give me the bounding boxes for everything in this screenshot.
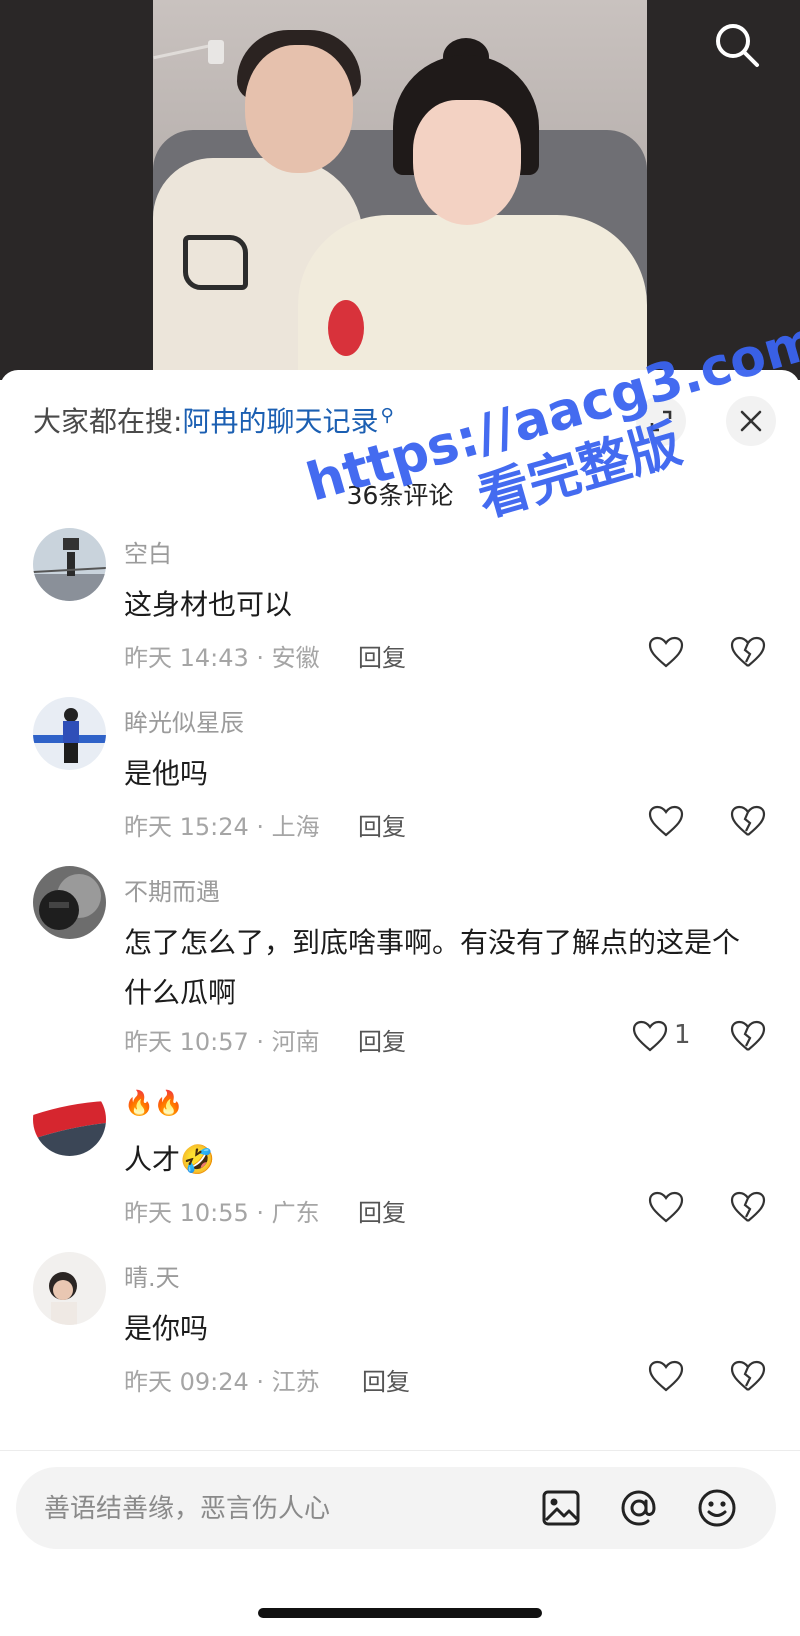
comment-text: 这身材也可以 <box>124 588 293 621</box>
reply-button[interactable]: 回复 <box>358 1193 406 1228</box>
avatar[interactable] <box>33 1252 106 1325</box>
avatar[interactable] <box>33 866 106 939</box>
avatar[interactable] <box>33 1083 106 1156</box>
reply-button[interactable]: 回复 <box>358 807 406 842</box>
like-heart-icon[interactable] <box>648 636 684 668</box>
reply-button[interactable]: 回复 <box>358 1022 406 1057</box>
avatar[interactable] <box>33 697 106 770</box>
boy-face <box>245 45 353 173</box>
hot-search-prefix: 大家都在搜: <box>33 405 183 438</box>
dislike-broken-heart-icon[interactable] <box>730 805 766 837</box>
like-heart-icon[interactable] <box>648 1360 684 1392</box>
comment-nickname[interactable]: 空白 <box>124 534 172 569</box>
dislike-broken-heart-icon[interactable] <box>730 1191 766 1223</box>
avatar[interactable] <box>33 528 106 601</box>
shirt-logo <box>183 235 248 290</box>
dislike-broken-heart-icon[interactable] <box>730 1020 766 1052</box>
girl-shirt <box>298 215 647 380</box>
comment-text: 是他吗 <box>124 757 209 790</box>
comment-input-bar <box>16 1467 776 1549</box>
like-count: 1 <box>674 1020 691 1050</box>
video-frame-image <box>153 0 647 380</box>
divider <box>0 1450 800 1451</box>
cable <box>153 43 213 60</box>
search-icon[interactable] <box>712 20 762 70</box>
video-player[interactable] <box>0 0 800 380</box>
comment-time-location: 昨天 10:57 · 河南 <box>124 1028 320 1056</box>
dislike-broken-heart-icon[interactable] <box>730 1360 766 1392</box>
comment-nickname[interactable]: 🔥🔥 <box>124 1089 184 1117</box>
comment-text: 是你吗 <box>124 1312 209 1345</box>
like-heart-icon[interactable] <box>648 805 684 837</box>
comment-time-location: 昨天 09:24 · 江苏 <box>124 1368 320 1396</box>
reply-button[interactable]: 回复 <box>362 1362 410 1397</box>
comment-nickname[interactable]: 晴.天 <box>124 1258 180 1293</box>
emoji-icon[interactable] <box>696 1487 738 1529</box>
comment-nickname[interactable]: 不期而遇 <box>124 872 220 907</box>
like-heart-icon[interactable] <box>632 1020 668 1052</box>
magnifier-icon: ⚲ <box>380 404 394 426</box>
image-icon[interactable] <box>540 1487 582 1529</box>
comment-sheet: 大家都在搜:阿冉的聊天记录 ⚲ 36条评论 空白 这身材也可以 昨天 14:43… <box>0 370 800 1636</box>
comment-time-location: 昨天 14:43 · 安徽 <box>124 644 320 672</box>
hot-search-banner[interactable]: 大家都在搜:阿冉的聊天记录 ⚲ <box>33 400 394 440</box>
reply-button[interactable]: 回复 <box>358 638 406 673</box>
at-icon[interactable] <box>618 1487 660 1529</box>
comment-input[interactable] <box>42 1485 476 1533</box>
dislike-broken-heart-icon[interactable] <box>730 636 766 668</box>
heart-logo <box>328 300 364 356</box>
hot-search-keyword[interactable]: 阿冉的聊天记录 <box>182 405 378 438</box>
like-heart-icon[interactable] <box>648 1191 684 1223</box>
girl-face <box>413 100 521 225</box>
wall-plug <box>208 40 224 64</box>
comment-text: 人才🤣 <box>124 1143 215 1176</box>
comment-time-location: 昨天 15:24 · 上海 <box>124 813 320 841</box>
home-indicator[interactable] <box>258 1608 542 1618</box>
comment-text: 怎了怎么了，到底啥事啊。有没有了解点的这是个什么瓜啊 <box>124 926 741 1009</box>
comment-nickname[interactable]: 眸光似星辰 <box>124 703 244 738</box>
comment-time-location: 昨天 10:55 · 广东 <box>124 1199 320 1227</box>
